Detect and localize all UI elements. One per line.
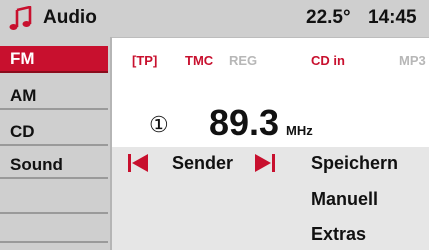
source-menu: FM AM CD Sound — [0, 37, 112, 250]
clock-display: 14:45 — [368, 7, 417, 28]
header-title: Audio — [43, 7, 97, 28]
skip-forward-icon[interactable] — [254, 152, 276, 174]
sender-label: Sender — [172, 153, 234, 173]
reg-indicator: REG — [229, 53, 258, 68]
menu-item-fm[interactable]: FM — [0, 46, 108, 73]
menu-item-empty — [0, 216, 108, 243]
menu-item-cd[interactable]: CD — [0, 119, 108, 146]
music-note-icon — [9, 6, 32, 30]
extras-button[interactable]: Extras — [311, 222, 366, 246]
frequency-display: 89.3 — [209, 102, 280, 143]
manuell-button[interactable]: Manuell — [311, 187, 378, 211]
menu-item-sound[interactable]: Sound — [0, 152, 108, 179]
audio-screen: Audio 22.5° 14:45 FM AM CD Sound [TP] TM… — [0, 0, 429, 250]
temperature-display: 22.5° — [306, 7, 351, 28]
menu-item-am[interactable]: AM — [0, 83, 108, 110]
frequency-unit: MHz — [286, 123, 313, 138]
tmc-indicator: TMC — [185, 53, 214, 68]
header-bar: Audio 22.5° 14:45 — [0, 0, 429, 38]
speichern-button[interactable]: Speichern — [311, 151, 398, 175]
menu-item-empty — [0, 187, 108, 214]
skip-back-icon[interactable] — [127, 152, 149, 174]
tp-indicator: [TP] — [132, 53, 158, 68]
cd-in-indicator: CD in — [311, 53, 345, 68]
preset-number: ① — [149, 112, 169, 137]
mp3-indicator: MP3 — [399, 53, 426, 68]
